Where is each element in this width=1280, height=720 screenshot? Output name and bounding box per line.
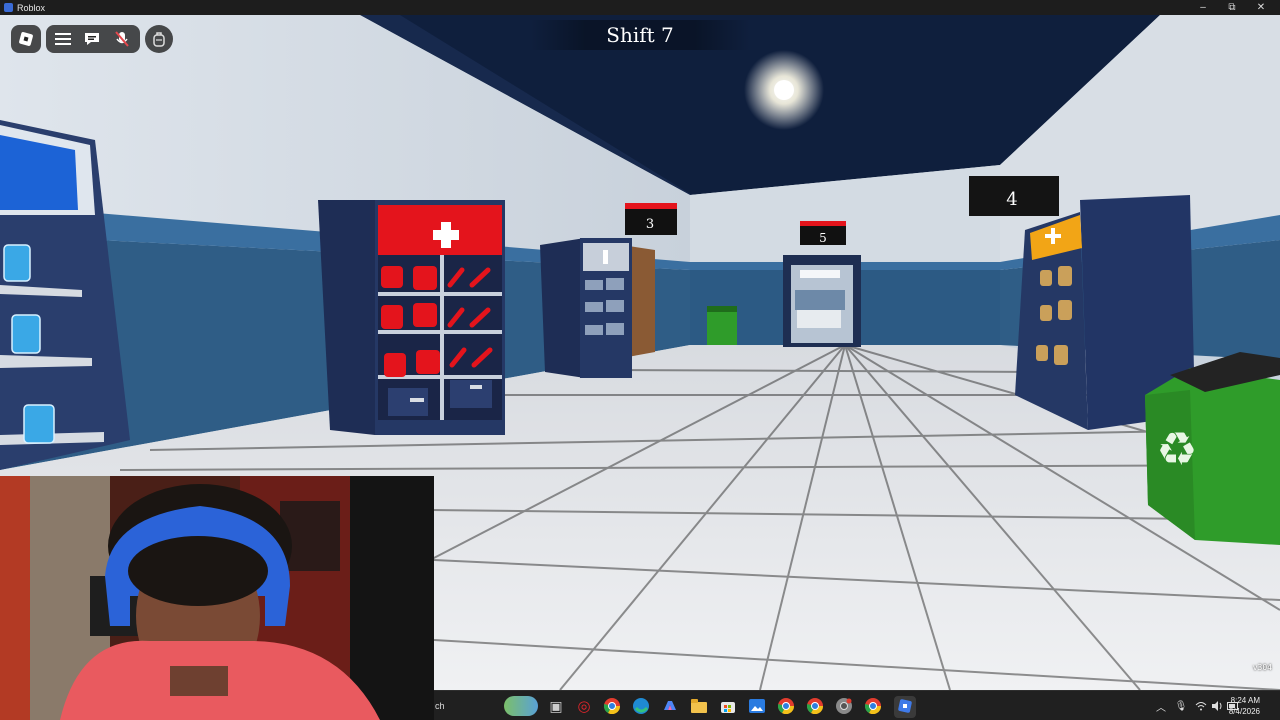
window-titlebar: Roblox – ⧉ ✕ (0, 0, 1280, 15)
chrome-icon[interactable] (776, 696, 796, 716)
microphone-icon[interactable]: 🎙 (1174, 691, 1188, 720)
far-recycle-bin (707, 310, 737, 345)
backpack-button[interactable] (145, 25, 173, 53)
hamburger-menu-button[interactable] (49, 25, 77, 53)
taskbar-clock[interactable]: 8:24 AM 8/4/2026 (1210, 695, 1260, 717)
webcam-overlay (0, 476, 434, 720)
door-5-number: 5 (819, 231, 827, 245)
wifi-icon[interactable] (1194, 691, 1208, 720)
chrome-icon[interactable] (602, 696, 622, 716)
copilot-icon[interactable] (660, 696, 680, 716)
chrome-icon[interactable] (805, 696, 825, 716)
backpack-icon (153, 32, 165, 47)
window-title: Roblox (17, 2, 46, 13)
recycle-symbol-icon: ♻ (1156, 422, 1197, 476)
chevron-up-icon[interactable]: ︿ (1154, 691, 1168, 720)
shift-label: Shift 7 (530, 20, 750, 50)
door-3-number: 3 (646, 217, 654, 232)
roblox-menu-button[interactable] (11, 25, 41, 53)
store-icon[interactable] (718, 696, 738, 716)
minimize-button[interactable]: – (1188, 0, 1218, 15)
chrome-icon[interactable] (834, 696, 854, 716)
supplies-cabinet-side (540, 238, 585, 378)
opera-icon[interactable]: ◎ (574, 696, 594, 716)
file-explorer-icon[interactable] (689, 696, 709, 716)
topbar-buttons (46, 25, 140, 53)
maximize-button[interactable]: ⧉ (1217, 0, 1247, 15)
clock-time: 8:24 AM (1230, 696, 1260, 705)
taskbar: ch ▣ ◎ ︿ 🎙 8:24 AM 8/4/2026 (434, 690, 1280, 720)
chat-button[interactable] (78, 25, 106, 53)
task-view-icon[interactable]: ▣ (546, 696, 566, 716)
microphone-muted-icon (115, 31, 129, 47)
streamer-webcam-image (0, 476, 434, 720)
microphone-button[interactable] (108, 25, 136, 53)
version-label: v304 (1252, 663, 1272, 672)
photos-icon[interactable] (747, 696, 767, 716)
close-button[interactable]: ✕ (1246, 0, 1276, 15)
widgets-icon[interactable] (504, 696, 538, 716)
chat-icon (85, 33, 99, 45)
hamburger-menu-icon (55, 33, 71, 45)
taskbar-search[interactable]: ch (434, 695, 504, 717)
edge-icon[interactable] (631, 696, 651, 716)
roblox-app-icon (4, 3, 13, 12)
screen: Roblox – ⧉ ✕ 5 3 4 ♻ Shift 7 v304 ch ▣ ◎… (0, 0, 1280, 720)
roblox-menu-icon (18, 31, 34, 47)
chrome-icon[interactable] (863, 696, 883, 716)
clock-date: 8/4/2026 (1228, 707, 1260, 716)
door-4-number: 4 (1006, 189, 1017, 210)
roblox-icon (895, 696, 915, 716)
